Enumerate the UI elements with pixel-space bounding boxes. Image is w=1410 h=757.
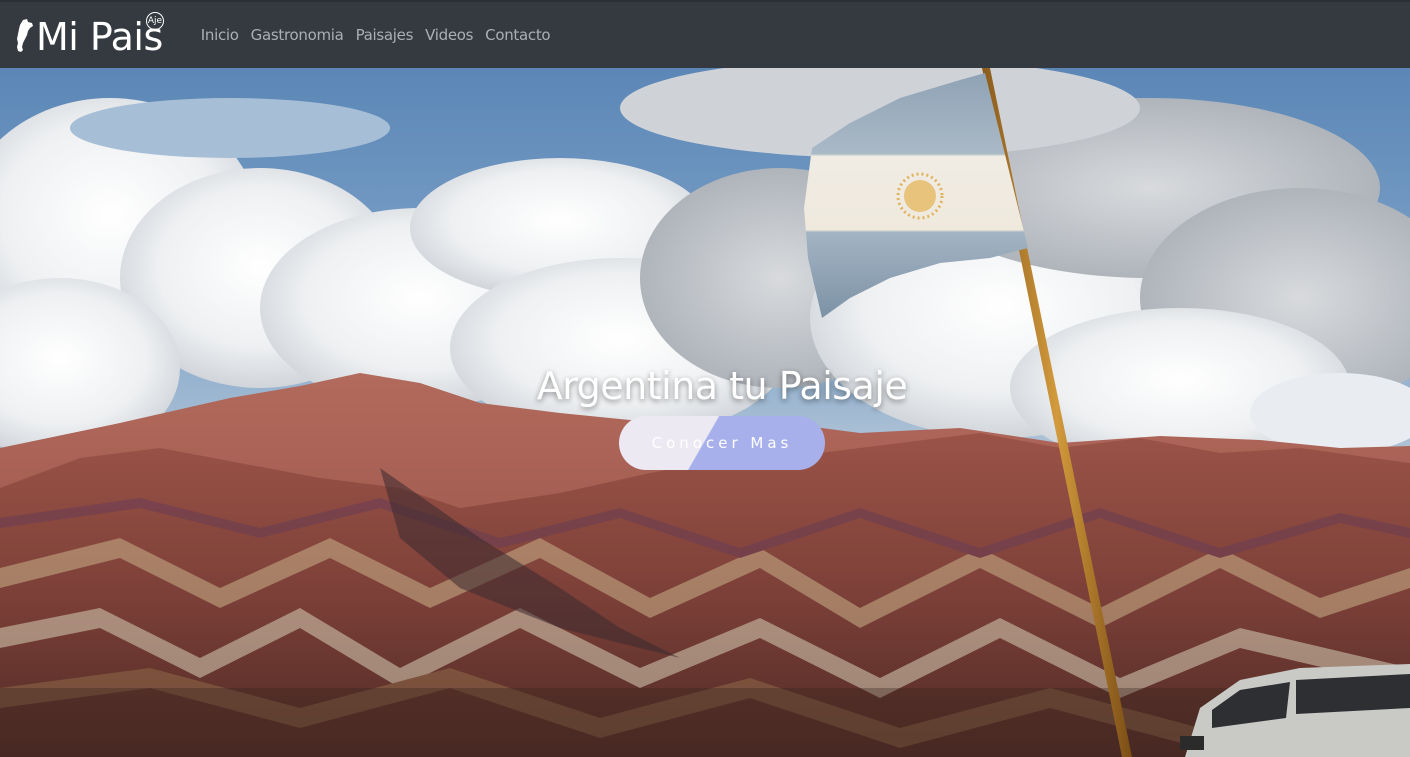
hero-background-image: [0, 68, 1410, 757]
nav-link-gastronomia[interactable]: Gastronomia: [251, 26, 344, 44]
nav-links: Inicio Gastronomia Paisajes Videos Conta…: [201, 26, 563, 44]
nav-link-paisajes[interactable]: Paisajes: [356, 26, 414, 44]
navbar: Mi Pais Aje Inicio Gastronomia Paisajes …: [0, 0, 1410, 68]
brand-badge: Aje: [146, 12, 164, 30]
nav-link-contacto[interactable]: Contacto: [485, 26, 550, 44]
nav-link-videos[interactable]: Videos: [425, 26, 473, 44]
conocer-mas-label: Conocer Mas: [651, 434, 793, 452]
brand-name: Mi Pais: [36, 15, 163, 59]
nav-link-inicio[interactable]: Inicio: [201, 26, 239, 44]
conocer-mas-button[interactable]: Conocer Mas: [619, 416, 825, 470]
hero-title: Argentina tu Paisaje: [536, 364, 908, 408]
brand-logo-link[interactable]: Mi Pais Aje: [14, 1, 164, 69]
argentina-map-icon: [17, 19, 33, 52]
hero-section: Argentina tu Paisaje Conocer Mas: [0, 68, 1410, 757]
page: Mi Pais Aje Inicio Gastronomia Paisajes …: [0, 0, 1410, 757]
